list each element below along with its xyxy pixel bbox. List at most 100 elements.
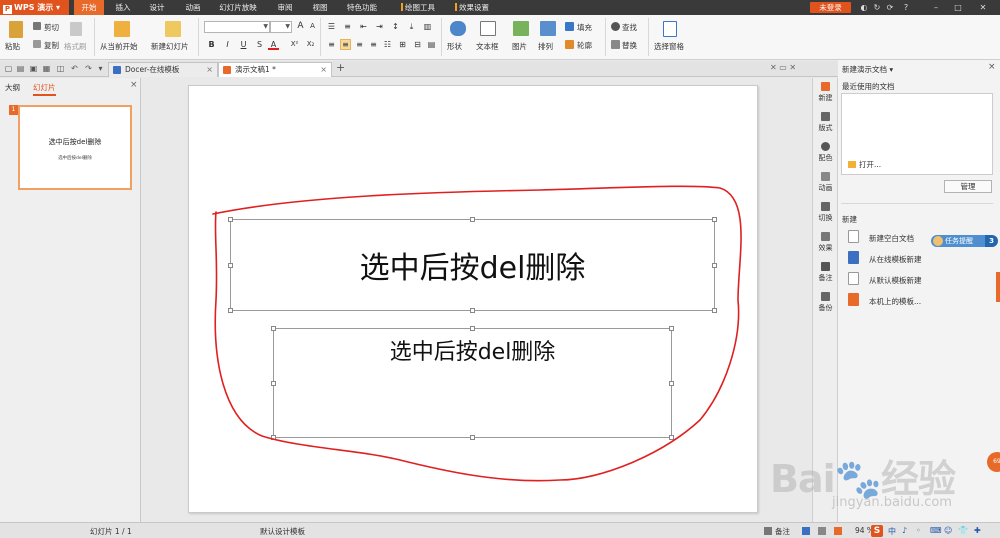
tab-slideshow[interactable]: 幻灯片放映	[212, 0, 264, 15]
italic-button[interactable]: I	[222, 39, 233, 50]
new-file-icon[interactable]: ▢	[4, 64, 13, 73]
resize-handle[interactable]	[669, 326, 674, 331]
ime-keyboard-icon[interactable]: ⌨	[930, 526, 942, 535]
tab-presentation-1[interactable]: 演示文稿1 * ×	[218, 62, 332, 77]
format-painter-button[interactable]: 格式刷	[64, 41, 87, 52]
ime-chinese-icon[interactable]: 中	[888, 526, 896, 537]
tab-view[interactable]: 视图	[305, 0, 335, 15]
tab-slides[interactable]: 幻灯片	[33, 82, 56, 96]
open-link[interactable]: 打开...	[848, 159, 881, 170]
chevron-down-icon[interactable]: ▾	[96, 64, 105, 73]
task-pane-close-icon[interactable]: ×	[988, 62, 996, 72]
play-from-current-button[interactable]: 从当前开始	[100, 41, 138, 52]
resize-handle[interactable]	[712, 308, 717, 313]
panel-close-icon[interactable]: ×	[130, 80, 138, 90]
sidebar-item-color[interactable]: 配色	[813, 142, 838, 163]
underline-button[interactable]: U	[238, 39, 249, 50]
sidebar-item-effect[interactable]: 效果	[813, 232, 838, 253]
help-icon[interactable]: ?	[900, 0, 912, 15]
replace-button[interactable]: 替换	[622, 40, 637, 51]
resize-handle[interactable]	[228, 217, 233, 222]
font-color-button[interactable]: A	[268, 39, 279, 50]
ime-skin-icon[interactable]: 👕	[958, 526, 968, 535]
restore-icon[interactable]: ▭	[779, 63, 787, 72]
align-right-icon[interactable]: ≡	[354, 39, 365, 50]
resize-handle[interactable]	[228, 308, 233, 313]
distribute-icon[interactable]: ☷	[382, 39, 393, 50]
ime-tools-icon[interactable]: ✚	[974, 526, 981, 535]
resize-handle[interactable]	[470, 217, 475, 222]
tab-animation[interactable]: 动画	[176, 0, 210, 15]
undo-icon[interactable]: ↶	[70, 64, 79, 73]
task-pane-title[interactable]: 新建演示文档 ▾	[842, 64, 893, 75]
cut-button[interactable]: 剪切	[44, 22, 59, 33]
app-menu-button[interactable]: P WPS 演示 ▾	[0, 0, 69, 15]
resize-handle[interactable]	[470, 308, 475, 313]
slideshow-icon[interactable]	[834, 527, 842, 535]
redo-icon[interactable]: ↷	[84, 64, 93, 73]
justify-icon[interactable]: ≡	[368, 39, 379, 50]
resize-handle[interactable]	[712, 217, 717, 222]
align-center-icon[interactable]: ≡	[340, 39, 351, 50]
paste-button[interactable]: 粘贴	[5, 41, 20, 52]
outline-button[interactable]: 轮廓	[577, 40, 592, 51]
save-icon[interactable]: ▣	[29, 64, 38, 73]
resize-handle[interactable]	[271, 435, 276, 440]
increase-indent-icon[interactable]: ⇥	[374, 21, 385, 32]
maximize-icon[interactable]: □	[952, 0, 964, 15]
new-slide-button[interactable]: 新建幻灯片	[151, 41, 189, 52]
resize-handle[interactable]	[271, 326, 276, 331]
decrease-font-button[interactable]: A	[307, 21, 318, 32]
tab-home[interactable]: 开始	[74, 0, 104, 15]
slide-thumbnail[interactable]: 选中后按del删除 选中后按del删除	[18, 105, 132, 190]
smartart-icon[interactable]: ▤	[426, 39, 437, 50]
tab-review[interactable]: 审阅	[270, 0, 300, 15]
side-collapse-handle[interactable]	[996, 272, 1000, 302]
resize-handle[interactable]	[712, 263, 717, 268]
bullets-icon[interactable]: ☰	[326, 21, 337, 32]
tab-docer-templates[interactable]: Docer-在线模板 ×	[108, 62, 218, 77]
columns-icon[interactable]: ▥	[422, 21, 433, 32]
normal-view-icon[interactable]	[802, 527, 810, 535]
notes-toggle[interactable]: 备注	[775, 526, 790, 537]
textbox-button[interactable]: 文本框	[476, 41, 499, 52]
text-align-icon[interactable]: ⊟	[412, 39, 423, 50]
picture-button[interactable]: 图片	[512, 41, 527, 52]
skin-icon[interactable]: ◐	[858, 0, 870, 15]
ime-emoji-icon[interactable]: ☺	[944, 526, 952, 535]
select-pane-button[interactable]: 选择窗格	[654, 41, 684, 52]
tab-close-icon[interactable]: ×	[206, 63, 213, 76]
ime-voice-icon[interactable]: ♪	[902, 526, 907, 535]
text-shadow-button[interactable]: S	[254, 39, 265, 50]
subtitle-placeholder[interactable]: 选中后按del删除	[271, 326, 674, 440]
new-tab-button[interactable]: +	[336, 62, 345, 73]
close-icon[interactable]: ✕	[977, 0, 989, 15]
arrange-button[interactable]: 排列	[538, 41, 553, 52]
sync-icon[interactable]: ⟳	[884, 0, 896, 15]
pin-icon[interactable]: ✕	[770, 63, 777, 72]
tab-insert[interactable]: 插入	[108, 0, 138, 15]
login-button[interactable]: 未登录	[810, 2, 851, 13]
resize-handle[interactable]	[271, 381, 276, 386]
line-spacing-icon[interactable]: ↕	[390, 21, 401, 32]
tab-outline[interactable]: 大纲	[5, 82, 20, 93]
bold-button[interactable]: B	[206, 39, 217, 50]
sidebar-item-layout[interactable]: 版式	[813, 112, 838, 133]
tab-effect-settings[interactable]: 效果设置	[450, 0, 494, 15]
resize-handle[interactable]	[470, 326, 475, 331]
superscript-button[interactable]: X²	[289, 39, 300, 50]
close-icon[interactable]: ✕	[789, 63, 796, 72]
title-placeholder[interactable]: 选中后按del删除	[228, 217, 717, 313]
sidebar-item-transition[interactable]: 切换	[813, 202, 838, 223]
sidebar-item-notes[interactable]: 备注	[813, 262, 838, 283]
tab-drawing-tools[interactable]: 绘图工具	[396, 0, 440, 15]
sidebar-item-new[interactable]: 新建	[813, 82, 838, 103]
vertical-align-icon[interactable]: ⊞	[397, 39, 408, 50]
task-reminder-badge[interactable]: 任务提醒 3	[931, 235, 998, 247]
tab-close-icon[interactable]: ×	[320, 63, 327, 76]
ime-logo[interactable]: S	[871, 525, 883, 537]
tab-design[interactable]: 设计	[142, 0, 172, 15]
print-icon[interactable]: ▦	[42, 64, 51, 73]
decrease-indent-icon[interactable]: ⇤	[358, 21, 369, 32]
sidebar-item-backup[interactable]: 备份	[813, 292, 838, 313]
